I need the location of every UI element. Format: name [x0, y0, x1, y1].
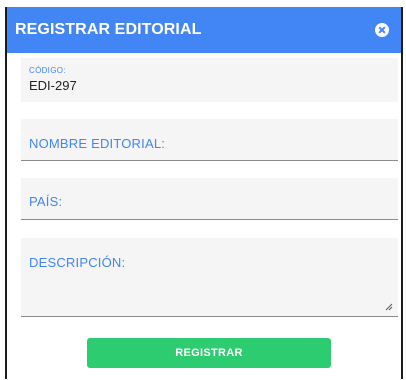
close-icon[interactable] — [375, 23, 389, 37]
pais-field[interactable]: PAÍS: — [21, 178, 398, 220]
register-button[interactable]: REGISTRAR — [87, 338, 331, 368]
codigo-value: EDI-297 — [29, 78, 77, 93]
nombre-editorial-label: NOMBRE EDITORIAL: — [29, 136, 166, 151]
codigo-field[interactable]: CÓDIGO: EDI-297 — [21, 58, 398, 102]
register-editorial-dialog: REGISTRAR EDITORIAL CÓDIGO: EDI-297 NOMB… — [5, 7, 403, 379]
dialog-title: REGISTRAR EDITORIAL — [15, 21, 202, 38]
codigo-label: CÓDIGO: — [29, 66, 66, 75]
pais-label: PAÍS: — [29, 194, 63, 209]
dialog-header: REGISTRAR EDITORIAL — [7, 7, 401, 53]
descripcion-label: DESCRIPCIÓN: — [29, 255, 126, 270]
nombre-editorial-field[interactable]: NOMBRE EDITORIAL: — [21, 119, 398, 161]
descripcion-textarea[interactable]: DESCRIPCIÓN: — [21, 238, 398, 317]
resize-handle-icon[interactable] — [385, 303, 393, 311]
